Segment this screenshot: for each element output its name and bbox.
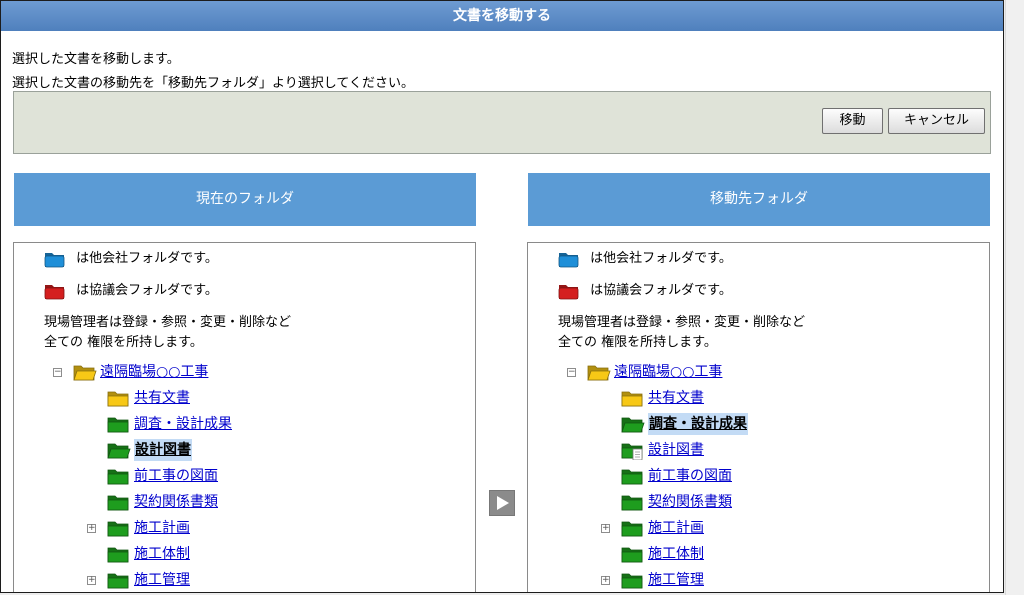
folder-green-icon: [107, 492, 131, 512]
tree-item-label[interactable]: 施工管理: [134, 569, 190, 591]
tree-item[interactable]: 契約関係書類: [528, 491, 988, 513]
collapse-icon[interactable]: −: [567, 368, 576, 377]
folder-green-icon: [621, 570, 645, 590]
instruction-text: 選択した文書を移動します。 選択した文書の移動先を「移動先フォルダ」より選択して…: [12, 48, 414, 96]
folder-yellow-icon: [107, 388, 131, 408]
tree-item-label[interactable]: 施工計画: [134, 517, 190, 539]
tree-item-label[interactable]: 契約関係書類: [134, 491, 218, 513]
tree-item[interactable]: 設計図書: [14, 439, 474, 461]
destination-folder-header: 移動先フォルダ: [528, 173, 990, 226]
move-arrow-button[interactable]: [489, 490, 515, 516]
folder-open-green-icon: [621, 414, 645, 434]
tree-item[interactable]: 設計図書: [528, 439, 988, 461]
tree-item-label[interactable]: 前工事の図面: [648, 465, 732, 487]
legend-association: は協議会フォルダです。: [76, 283, 218, 298]
folder-green-icon: [621, 518, 645, 538]
association-folder-icon: [558, 282, 580, 300]
tree-item[interactable]: + 施工管理: [14, 569, 474, 591]
tree-item[interactable]: + 施工管理: [528, 569, 988, 591]
legend-association: は協議会フォルダです。: [590, 283, 732, 298]
action-bar: 移動 キャンセル: [13, 91, 991, 154]
tree-item-label[interactable]: 遠隔臨場○○工事: [614, 361, 722, 383]
instruction-line-1: 選択した文書を移動します。: [12, 52, 180, 67]
tree-item-label[interactable]: 契約関係書類: [648, 491, 732, 513]
tree-item-label[interactable]: 施工計画: [648, 517, 704, 539]
folder-green-icon: [107, 518, 131, 538]
move-document-dialog: 文書を移動する 選択した文書を移動します。 選択した文書の移動先を「移動先フォル…: [0, 0, 1004, 593]
tree-item[interactable]: 調査・設計成果: [528, 413, 988, 435]
vertical-scrollbar[interactable]: [1005, 0, 1024, 595]
expand-icon[interactable]: +: [601, 524, 610, 533]
permission-note-line-1: 現場管理者は登録・参照・変更・削除など: [558, 315, 806, 330]
tree-item[interactable]: 共有文書: [528, 387, 988, 409]
folder-green-icon: [107, 414, 131, 434]
folder-green-icon: [621, 544, 645, 564]
folder-green-icon: [107, 544, 131, 564]
tree-item-label[interactable]: 施工体制: [648, 543, 704, 565]
tree-item[interactable]: 前工事の図面: [14, 465, 474, 487]
tree-item[interactable]: 前工事の図面: [528, 465, 988, 487]
tree-item[interactable]: 共有文書: [14, 387, 474, 409]
tree-item[interactable]: + 施工計画: [14, 517, 474, 539]
folder-green-doc-icon: [621, 440, 645, 461]
tree-item[interactable]: + 施工計画: [528, 517, 988, 539]
tree-item-label[interactable]: 共有文書: [134, 387, 190, 409]
tree-item-label[interactable]: 設計図書: [648, 439, 704, 461]
expand-icon[interactable]: +: [87, 524, 96, 533]
destination-folder-panel: は他会社フォルダです。 は協議会フォルダです。 現場管理者は登録・参照・変更・削…: [527, 242, 990, 592]
dialog-title: 文書を移動する: [1, 1, 1003, 31]
legend-other-company: は他会社フォルダです。: [76, 251, 218, 266]
tree-item-label[interactable]: 前工事の図面: [134, 465, 218, 487]
tree-item-label[interactable]: 調査・設計成果: [648, 413, 748, 435]
folder-green-icon: [107, 466, 131, 486]
move-button[interactable]: 移動: [822, 108, 883, 134]
folder-open-green-icon: [107, 440, 131, 460]
folder-open-yellow-icon: [73, 362, 97, 382]
association-folder-icon: [44, 282, 66, 300]
tree-item-label[interactable]: 共有文書: [648, 387, 704, 409]
tree-item[interactable]: 施工体制: [528, 543, 988, 565]
current-folder-header: 現在のフォルダ: [14, 173, 476, 226]
expand-icon[interactable]: +: [601, 576, 610, 585]
legend-other-company: は他会社フォルダです。: [590, 251, 732, 266]
tree-item-label[interactable]: 施工体制: [134, 543, 190, 565]
collapse-icon[interactable]: −: [53, 368, 62, 377]
tree-item-label[interactable]: 施工管理: [648, 569, 704, 591]
current-folder-panel: は他会社フォルダです。 は協議会フォルダです。 現場管理者は登録・参照・変更・削…: [13, 242, 476, 592]
folder-yellow-icon: [621, 388, 645, 408]
permission-note-line-2: 全ての 権限を所持します。: [558, 335, 717, 350]
tree-item-label[interactable]: 設計図書: [134, 439, 192, 461]
tree-item[interactable]: 契約関係書類: [14, 491, 474, 513]
cancel-button[interactable]: キャンセル: [888, 108, 985, 134]
other-company-folder-icon: [44, 250, 66, 268]
folder-open-yellow-icon: [587, 362, 611, 382]
permission-note-line-2: 全ての 権限を所持します。: [44, 335, 203, 350]
tree-item[interactable]: 調査・設計成果: [14, 413, 474, 435]
folder-green-icon: [621, 466, 645, 486]
folder-green-icon: [107, 570, 131, 590]
tree-item[interactable]: 施工体制: [14, 543, 474, 565]
tree-item[interactable]: − 遠隔臨場○○工事: [14, 361, 474, 383]
expand-icon[interactable]: +: [87, 576, 96, 585]
tree-item-label[interactable]: 遠隔臨場○○工事: [100, 361, 208, 383]
other-company-folder-icon: [558, 250, 580, 268]
folder-green-icon: [621, 492, 645, 512]
permission-note-line-1: 現場管理者は登録・参照・変更・削除など: [44, 315, 292, 330]
tree-item-label[interactable]: 調査・設計成果: [134, 413, 232, 435]
play-arrow-icon: [497, 496, 509, 510]
tree-item[interactable]: − 遠隔臨場○○工事: [528, 361, 988, 383]
